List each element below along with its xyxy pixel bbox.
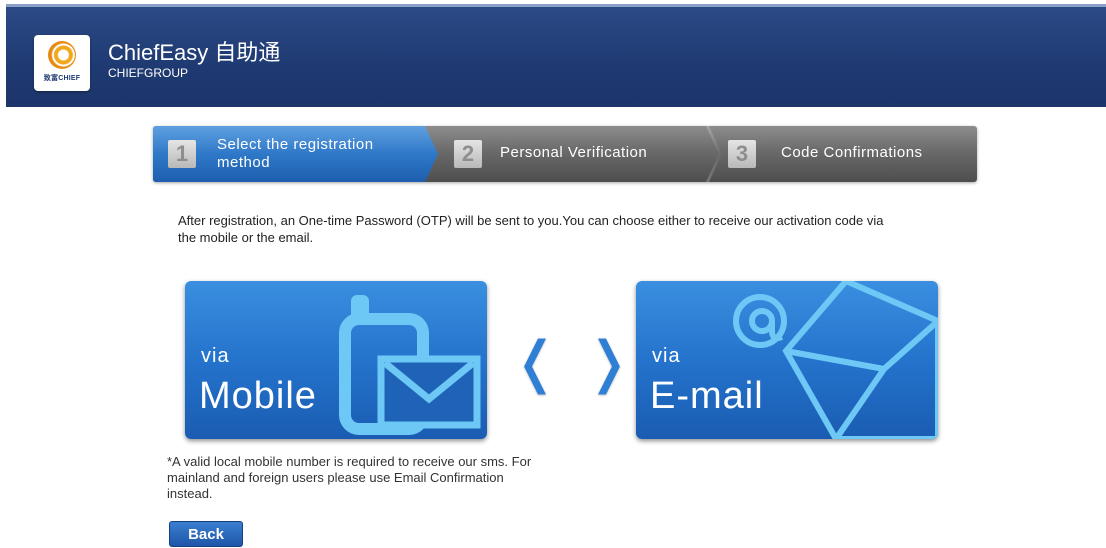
app-title: ChiefEasy 自助通	[108, 40, 281, 65]
email-via-label: via	[652, 345, 681, 367]
back-button[interactable]: Back	[169, 521, 243, 547]
step-1-number: 1	[168, 140, 196, 168]
mobile-label: Mobile	[199, 375, 317, 417]
step-2-label: Personal Verification	[500, 144, 648, 161]
via-mobile-button[interactable]: via Mobile	[185, 281, 487, 439]
logo-text: 致富CHIEF	[43, 75, 81, 82]
mobile-note: *A valid local mobile number is required…	[167, 454, 532, 501]
logo-ring-icon	[48, 41, 76, 69]
intro-text: After registration, an One-time Password…	[178, 213, 884, 245]
step-2-number: 2	[454, 140, 482, 168]
mobile-via-label: via	[201, 345, 230, 367]
app-subtitle: CHIEFGROUP	[108, 66, 189, 80]
step-1-label: Select the registration method	[217, 136, 374, 171]
email-label: E-mail	[650, 375, 764, 417]
step-separator	[706, 126, 722, 182]
chief-logo: 致富CHIEF	[34, 35, 90, 91]
registration-steps: 1 Select the registration method 2 Perso…	[153, 126, 977, 182]
step-3-number: 3	[728, 140, 756, 168]
chevron-left-icon: ❬	[512, 330, 559, 395]
header-bar: 致富CHIEF ChiefEasy 自助通 CHIEFGROUP	[6, 4, 1106, 107]
chevron-right-icon: ❭	[585, 330, 632, 395]
via-email-button[interactable]: via E-mail	[636, 281, 938, 439]
step-3-label: Code Confirmations	[781, 144, 923, 161]
